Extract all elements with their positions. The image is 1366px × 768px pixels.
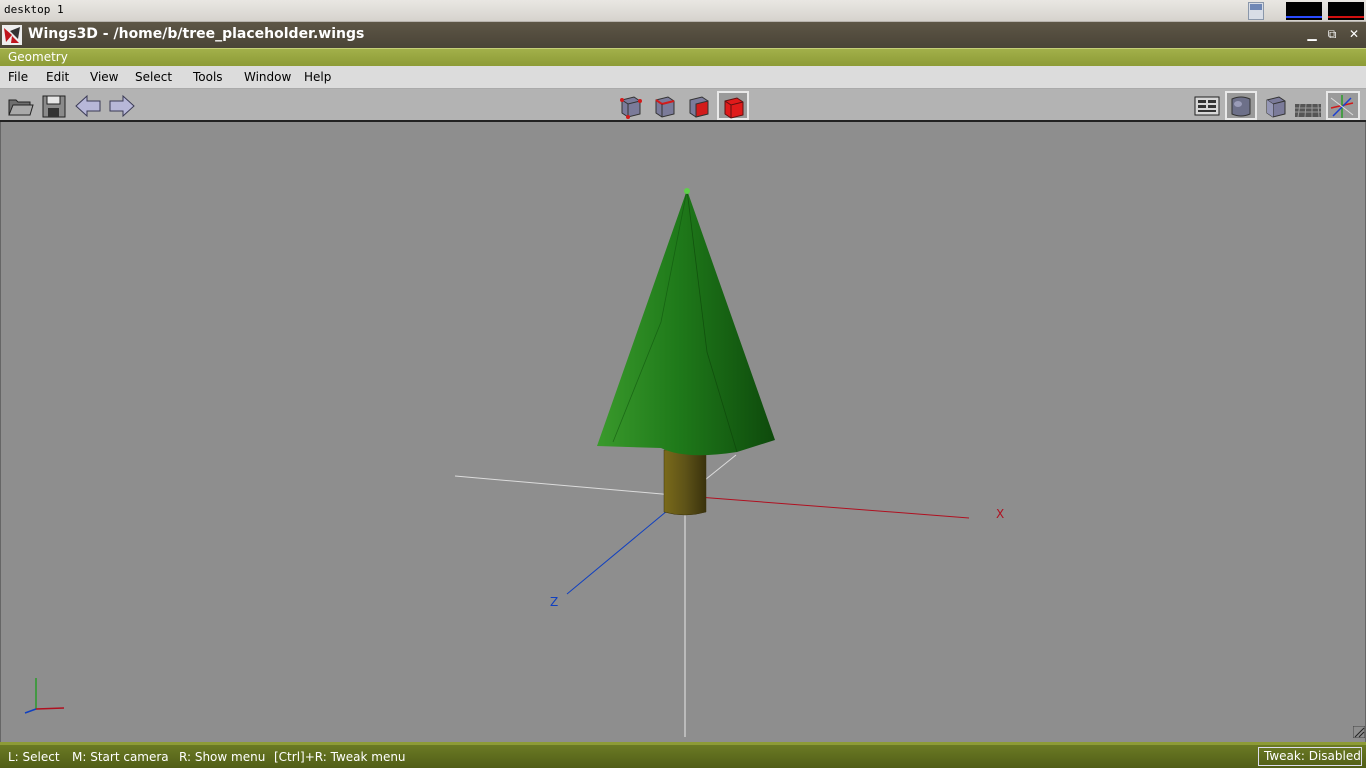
vertex-select-icon[interactable] (616, 92, 644, 119)
menu-edit[interactable]: Edit (46, 70, 69, 84)
ground-plane-icon[interactable] (1294, 92, 1322, 119)
geometry-window-bar[interactable]: Geometry (0, 48, 1366, 66)
redo-arrow-icon[interactable] (108, 92, 136, 119)
save-disk-icon[interactable] (40, 92, 68, 119)
x-axis-label: X (996, 507, 1004, 521)
statusbar: L: Select M: Start camera R: Show menu [… (0, 742, 1366, 768)
workmode-icon[interactable] (1193, 92, 1221, 119)
edge-select-icon[interactable] (650, 92, 678, 119)
tree-tip-vertex (684, 188, 690, 194)
hint-ctrl-right: [Ctrl]+R: Tweak menu (274, 750, 406, 764)
close-button[interactable]: ✕ (1346, 26, 1362, 42)
smooth-shaded-icon[interactable] (1225, 91, 1257, 120)
window-titlebar[interactable]: Wings3D - /home/b/tree_placeholder.wings… (0, 22, 1366, 48)
hint-right-click: R: Show menu (179, 750, 266, 764)
tree-trunk[interactable] (663, 449, 707, 516)
scene-canvas[interactable]: X Z (1, 122, 1366, 742)
desktop-bar: desktop 1 (0, 0, 1366, 22)
show-axes-icon[interactable] (1326, 91, 1360, 120)
maximize-button[interactable]: ⧉ (1324, 26, 1340, 42)
menu-window[interactable]: Window (244, 70, 291, 84)
memory-monitor-icon (1328, 2, 1364, 20)
toolbar (0, 89, 1366, 122)
hint-left-click: L: Select (8, 750, 60, 764)
geometry-label: Geometry (8, 50, 68, 64)
pager-icon[interactable] (1248, 2, 1264, 20)
window-title: Wings3D - /home/b/tree_placeholder.wings (28, 26, 365, 42)
x-axis (684, 495, 970, 519)
menubar: File Edit View Select Tools Window Help (0, 66, 1366, 89)
cpu-monitor-icon (1286, 2, 1322, 20)
menu-select[interactable]: Select (135, 70, 172, 84)
resize-grip-icon[interactable] (1353, 726, 1365, 738)
negative-x-axis (454, 475, 686, 497)
body-select-icon[interactable] (717, 91, 749, 120)
menu-tools[interactable]: Tools (193, 70, 223, 84)
minimize-button[interactable]: ▁ (1304, 26, 1320, 42)
open-folder-icon[interactable] (6, 92, 34, 119)
z-axis-label: Z (550, 595, 558, 609)
mini-z-axis (24, 708, 37, 714)
geometry-viewport[interactable]: X Z (0, 122, 1366, 742)
menu-file[interactable]: File (8, 70, 28, 84)
menu-view[interactable]: View (90, 70, 118, 84)
hint-middle-click: M: Start camera (72, 750, 169, 764)
mini-x-axis (35, 707, 65, 710)
flat-shaded-icon[interactable] (1261, 92, 1289, 119)
undo-arrow-icon[interactable] (74, 92, 102, 119)
tweak-status-badge[interactable]: Tweak: Disabled (1258, 747, 1362, 766)
wings3d-logo-icon (2, 25, 22, 45)
desktop-label: desktop 1 (4, 3, 64, 16)
menu-help[interactable]: Help (304, 70, 331, 84)
face-select-icon[interactable] (684, 92, 712, 119)
